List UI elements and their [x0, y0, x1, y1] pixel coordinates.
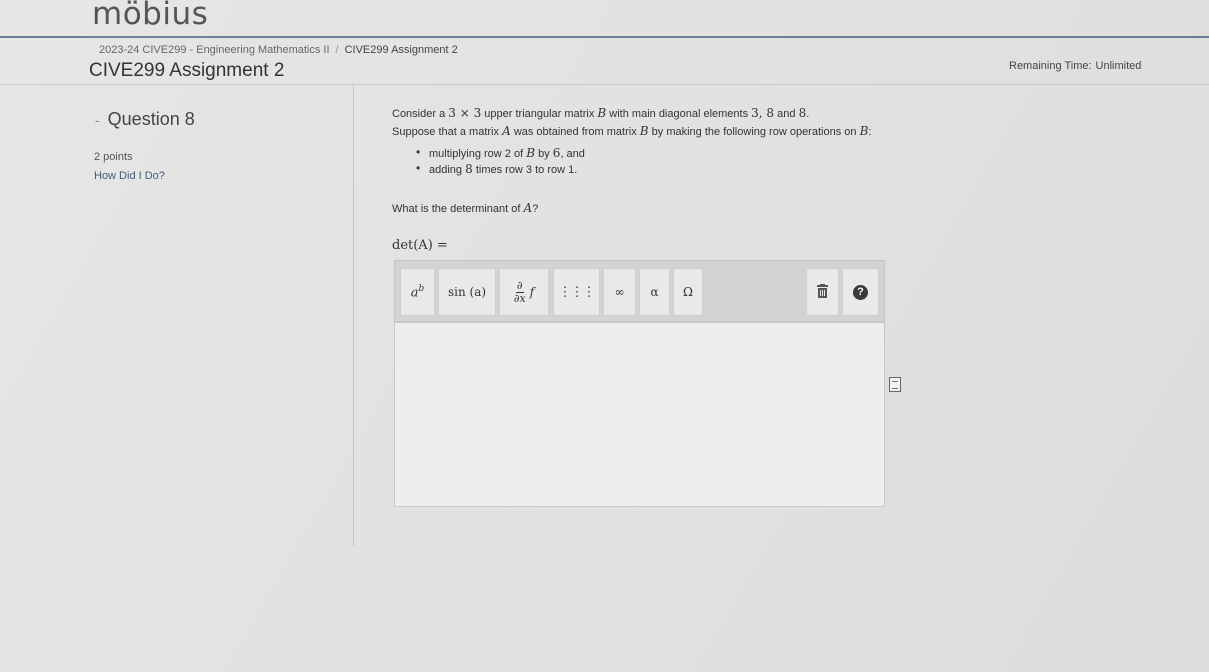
question-title: Question 8 — [107, 109, 195, 129]
superscript-button[interactable]: ab — [400, 268, 435, 316]
question-sidebar — [0, 85, 354, 546]
mobius-logo[interactable]: möbius — [92, 0, 208, 32]
breadcrumb-current: CIVE299 Assignment 2 — [344, 44, 458, 56]
matrix-button[interactable]: ⋮⋮⋮ — [553, 268, 600, 316]
row-operations-list: multiplying row 2 of B by 6, and adding … — [416, 145, 585, 178]
breadcrumb-course-link[interactable]: 2023-24 CIVE299 - Engineering Mathematic… — [99, 44, 330, 56]
function-button[interactable]: sin (a) — [438, 268, 496, 316]
answer-input[interactable] — [394, 322, 885, 507]
derivative-icon: ∂ ∂x f — [513, 278, 535, 305]
trash-icon — [816, 283, 829, 302]
answer-label: det(A) = — [392, 238, 448, 253]
clear-button[interactable] — [806, 268, 839, 316]
question-line-1: Consider a 3 × 3 upper triangular matrix… — [392, 106, 810, 120]
question-prompt: What is the determinant of A? — [392, 201, 539, 215]
breadcrumb-separator: / — [335, 44, 339, 56]
list-item: adding 8 times row 3 to row 1. — [416, 161, 585, 178]
document-icon[interactable] — [889, 377, 901, 392]
collapse-icon[interactable]: - — [95, 112, 100, 128]
column-divider — [353, 85, 354, 546]
help-button[interactable]: ? — [842, 268, 879, 316]
help-icon: ? — [853, 284, 868, 300]
superscript-icon: ab — [410, 283, 425, 301]
remaining-time: Remaining Time: Unlimited — [1009, 60, 1141, 72]
question-line-2: Suppose that a matrix A was obtained fro… — [392, 124, 872, 138]
remaining-time-label: Remaining Time: — [1009, 60, 1092, 72]
header-divider — [0, 36, 1209, 38]
question-heading[interactable]: - Question 8 — [95, 109, 195, 130]
how-did-i-do-link[interactable]: How Did I Do? — [94, 170, 165, 182]
question-points: 2 points — [94, 151, 133, 163]
derivative-button[interactable]: ∂ ∂x f — [499, 268, 549, 316]
greek-uppercase-button[interactable]: Ω — [673, 268, 703, 316]
greek-lowercase-button[interactable]: α — [639, 268, 670, 316]
breadcrumb: 2023-24 CIVE299 - Engineering Mathematic… — [99, 44, 458, 56]
math-toolbar: ab sin (a) ∂ ∂x f ⋮⋮⋮ ∞ α Ω ? — [394, 260, 885, 322]
infinity-button[interactable]: ∞ — [603, 268, 636, 316]
list-item: multiplying row 2 of B by 6, and — [416, 145, 585, 162]
page-title: CIVE299 Assignment 2 — [89, 60, 285, 81]
matrix-icon: ⋮⋮⋮ — [558, 284, 596, 300]
remaining-time-value: Unlimited — [1095, 60, 1142, 72]
